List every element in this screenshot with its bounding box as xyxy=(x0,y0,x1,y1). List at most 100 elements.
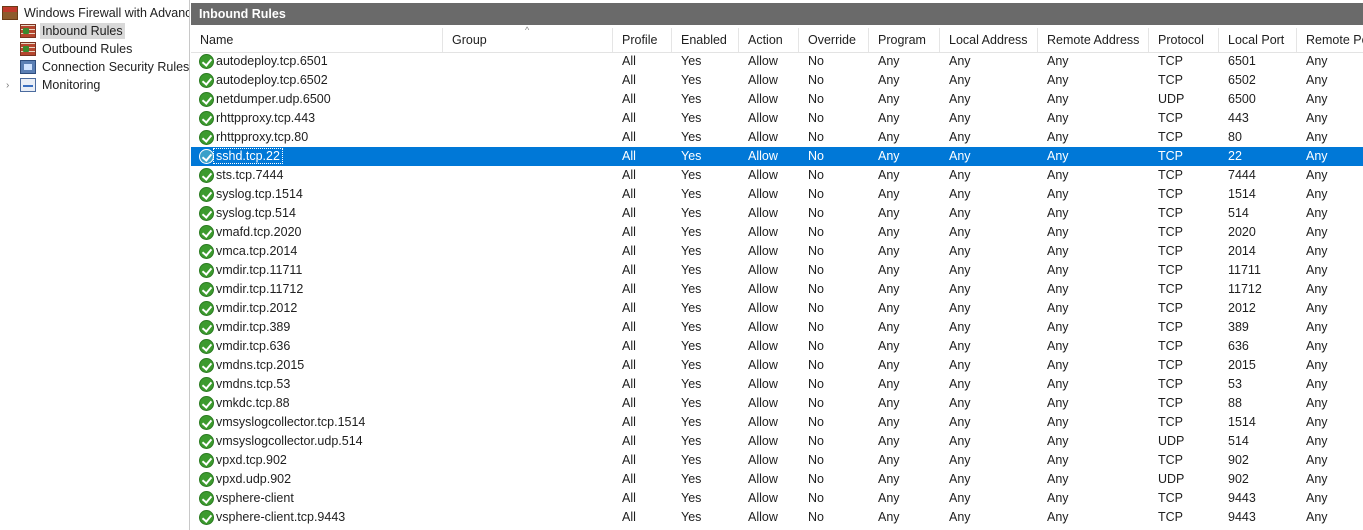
cell-program: Any xyxy=(878,415,900,429)
table-row[interactable]: vmsyslogcollector.udp.514 All Yes Allow No An… xyxy=(191,432,1363,451)
column-header-protocol[interactable]: Protocol xyxy=(1149,28,1219,52)
tree-item-connection-security-rules[interactable]: Connection Security Rules xyxy=(20,58,189,76)
cell-program: Any xyxy=(878,168,900,182)
cell-local-address: Any xyxy=(949,225,971,239)
cell-program: Any xyxy=(878,301,900,315)
cell-local-address: Any xyxy=(949,282,971,296)
column-header-action[interactable]: Action xyxy=(739,28,799,52)
table-row[interactable]: sshd.tcp.22 All Yes Allow No Any Any Any TCP 22 An… xyxy=(191,147,1363,166)
table-row[interactable]: vsphere-client.tcp.9443 All Yes Allow No Any A… xyxy=(191,508,1363,527)
cell-action: Allow xyxy=(748,434,778,448)
cell-override: No xyxy=(808,111,824,125)
column-header-remote-port[interactable]: Remote Port xyxy=(1297,28,1363,52)
cell-program: Any xyxy=(878,453,900,467)
column-header-remote-address[interactable]: Remote Address xyxy=(1038,28,1149,52)
cell-override: No xyxy=(808,377,824,391)
cell-local-port: 2014 xyxy=(1228,244,1256,258)
cell-group xyxy=(443,261,613,280)
cell-action: Allow xyxy=(748,396,778,410)
rule-enabled-check-icon xyxy=(199,187,214,202)
cell-remote-port: Any xyxy=(1306,396,1328,410)
table-row[interactable]: vmdir.tcp.11711 All Yes Allow No Any Any Any TCP… xyxy=(191,261,1363,280)
table-row[interactable]: vmca.tcp.2014 All Yes Allow No Any Any Any TCP 20… xyxy=(191,242,1363,261)
column-header-name[interactable]: Name xyxy=(191,28,443,52)
cell-profile: All xyxy=(622,510,636,524)
cell-override: No xyxy=(808,434,824,448)
table-row[interactable]: vmdns.tcp.53 All Yes Allow No Any Any Any TCP 53 A… xyxy=(191,375,1363,394)
cell-program: Any xyxy=(878,73,900,87)
tree-item-monitoring[interactable]: Monitoring xyxy=(20,76,102,94)
cell-program: Any xyxy=(878,187,900,201)
cell-remote-address: Any xyxy=(1047,225,1069,239)
cell-action: Allow xyxy=(748,415,778,429)
cell-protocol: TCP xyxy=(1158,149,1183,163)
table-row[interactable]: syslog.tcp.514 All Yes Allow No Any Any Any TCP 5… xyxy=(191,204,1363,223)
table-row[interactable]: sts.tcp.7444 All Yes Allow No Any Any Any TCP 744… xyxy=(191,166,1363,185)
tree-item-outbound-rules[interactable]: Outbound Rules xyxy=(20,40,134,58)
cell-protocol: UDP xyxy=(1158,434,1185,448)
cell-profile: All xyxy=(622,320,636,334)
table-row[interactable]: vpxd.udp.902 All Yes Allow No Any Any Any UDP 902… xyxy=(191,470,1363,489)
cell-override: No xyxy=(808,415,824,429)
column-header-profile[interactable]: Profile xyxy=(613,28,672,52)
rule-name: vmafd.tcp.2020 xyxy=(216,225,302,239)
cell-remote-port: Any xyxy=(1306,320,1328,334)
column-header-program[interactable]: Program xyxy=(869,28,940,52)
column-header-local-port[interactable]: Local Port xyxy=(1219,28,1297,52)
cell-action: Allow xyxy=(748,149,778,163)
cell-local-address: Any xyxy=(949,415,971,429)
column-header-row: Name Group Profile Enabled Action Override Pro… xyxy=(191,25,1363,53)
column-header-enabled[interactable]: Enabled xyxy=(672,28,739,52)
cell-local-address: Any xyxy=(949,206,971,220)
expand-monitoring-chevron-icon[interactable]: › xyxy=(6,80,9,91)
cell-profile: All xyxy=(622,168,636,182)
table-row[interactable]: autodeploy.tcp.6501 All Yes Allow No Any Any An… xyxy=(191,52,1363,71)
table-row[interactable]: autodeploy.tcp.6502 All Yes Allow No Any Any An… xyxy=(191,71,1363,90)
cell-protocol: TCP xyxy=(1158,206,1183,220)
tree-root-label: Windows Firewall with Advanced Security … xyxy=(24,6,189,20)
cell-action: Allow xyxy=(748,54,778,68)
table-row[interactable]: vpxd.tcp.902 All Yes Allow No Any Any Any TCP 902… xyxy=(191,451,1363,470)
cell-program: Any xyxy=(878,225,900,239)
cell-local-port: 443 xyxy=(1228,111,1249,125)
tree-root[interactable]: Windows Firewall with Advanced Security … xyxy=(2,4,189,22)
cell-group xyxy=(443,299,613,318)
cell-local-port: 6502 xyxy=(1228,73,1256,87)
cell-action: Allow xyxy=(748,339,778,353)
table-row[interactable]: vmafd.tcp.2020 All Yes Allow No Any Any Any TCP 2… xyxy=(191,223,1363,242)
monitoring-icon xyxy=(20,78,36,92)
table-row[interactable]: rhttpproxy.tcp.443 All Yes Allow No Any Any Any… xyxy=(191,109,1363,128)
table-row[interactable]: syslog.tcp.1514 All Yes Allow No Any Any Any TCP… xyxy=(191,185,1363,204)
cell-enabled: Yes xyxy=(681,358,702,372)
table-row[interactable]: vmdir.tcp.2012 All Yes Allow No Any Any Any TCP 2… xyxy=(191,299,1363,318)
cell-protocol: TCP xyxy=(1158,282,1183,296)
table-row[interactable]: vmdir.tcp.389 All Yes Allow No Any Any Any TCP 38… xyxy=(191,318,1363,337)
cell-group xyxy=(443,337,613,356)
cell-profile: All xyxy=(622,434,636,448)
cell-enabled: Yes xyxy=(681,453,702,467)
table-row[interactable]: vmdir.tcp.636 All Yes Allow No Any Any Any TCP 63… xyxy=(191,337,1363,356)
table-row[interactable]: vmdns.tcp.2015 All Yes Allow No Any Any Any TCP 2… xyxy=(191,356,1363,375)
cell-action: Allow xyxy=(748,282,778,296)
cell-profile: All xyxy=(622,377,636,391)
cell-name: vpxd.tcp.902 xyxy=(191,451,443,470)
column-header-local-address[interactable]: Local Address xyxy=(940,28,1038,52)
connection-security-icon xyxy=(20,60,36,74)
cell-program: Any xyxy=(878,396,900,410)
table-row[interactable]: rhttpproxy.tcp.80 All Yes Allow No Any Any Any T… xyxy=(191,128,1363,147)
table-row[interactable]: vmkdc.tcp.88 All Yes Allow No Any Any Any TCP 88 A… xyxy=(191,394,1363,413)
column-header-override[interactable]: Override xyxy=(799,28,869,52)
table-row[interactable]: vsphere-client All Yes Allow No Any Any Any TCP 9… xyxy=(191,489,1363,508)
table-row[interactable]: netdumper.udp.6500 All Yes Allow No Any Any Any… xyxy=(191,90,1363,109)
cell-local-address: Any xyxy=(949,301,971,315)
rule-enabled-check-icon xyxy=(199,130,214,145)
cell-group xyxy=(443,432,613,451)
cell-remote-address: Any xyxy=(1047,453,1069,467)
table-row[interactable]: vmdir.tcp.11712 All Yes Allow No Any Any Any TCP… xyxy=(191,280,1363,299)
cell-override: No xyxy=(808,510,824,524)
table-row[interactable]: vmsyslogcollector.tcp.1514 All Yes Allow No A… xyxy=(191,413,1363,432)
tree-item-inbound-rules[interactable]: Inbound Rules xyxy=(20,22,125,40)
cell-profile: All xyxy=(622,225,636,239)
cell-profile: All xyxy=(622,187,636,201)
cell-local-address: Any xyxy=(949,92,971,106)
